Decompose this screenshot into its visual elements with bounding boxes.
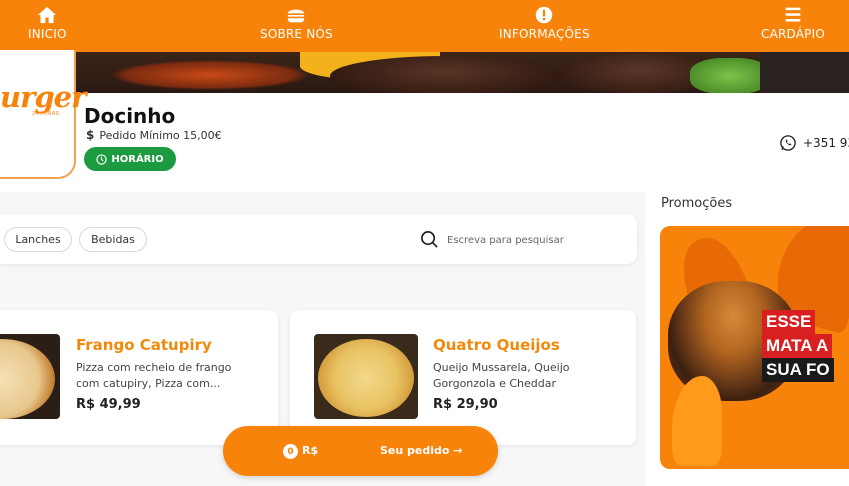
- product-card-quatro-queijos[interactable]: Quatro Queijos Queijo Mussarela, Queijo …: [290, 310, 636, 445]
- store-logo-subtitle: 24HORAS: [32, 111, 60, 117]
- store-logo: urger: [0, 80, 86, 114]
- clock-icon: [96, 153, 108, 165]
- info-icon: [536, 6, 553, 24]
- search-icon: [421, 231, 438, 248]
- promo-text-line: SUA FO: [762, 358, 834, 382]
- promo-text-line: ESSE: [762, 310, 816, 334]
- hours-button[interactable]: HORÁRIO: [84, 147, 176, 171]
- promo-text-line: MATA A: [762, 334, 833, 358]
- product-card-frango-catupiry[interactable]: Frango Catupiry Pizza com recheio de fra…: [0, 310, 278, 445]
- category-chip-bebidas[interactable]: Bebidas: [79, 227, 147, 252]
- nav-item-informacoes[interactable]: INFORMAÇÕES: [499, 6, 590, 41]
- product-title: Quatro Queijos: [433, 336, 560, 354]
- product-title: Frango Catupiry: [76, 336, 212, 354]
- banner-lettuce: [690, 58, 770, 93]
- phone-number: +351 93: [803, 136, 849, 150]
- cart-button[interactable]: 0 R$ Seu pedido →: [223, 426, 498, 476]
- home-icon: [38, 6, 57, 24]
- nav-item-cardapio[interactable]: CARDÁPIO: [761, 6, 825, 41]
- flame-shape: [672, 376, 722, 466]
- category-bar: Lanches Bebidas: [0, 214, 637, 264]
- promotions-title: Promoções: [661, 196, 733, 211]
- banner-food-blur: [110, 60, 310, 90]
- cart-label: Seu pedido →: [380, 444, 463, 457]
- product-image: [0, 334, 60, 419]
- category-chip-lanches[interactable]: Lanches: [4, 227, 72, 252]
- product-price: R$ 29,90: [433, 397, 498, 412]
- min-order: $ Pedido Mínimo 15,00€: [86, 128, 222, 142]
- product-image: [314, 334, 418, 419]
- min-order-text: Pedido Mínimo 15,00€: [99, 128, 222, 142]
- whatsapp-icon: [780, 135, 796, 151]
- top-nav: INICIO SOBRE NÓS INFORMAÇÕES CARDÁPIO: [0, 0, 849, 52]
- search-input[interactable]: [447, 230, 567, 250]
- product-description: Pizza com recheio de frango com catupiry…: [76, 361, 232, 390]
- banner-patty: [330, 56, 560, 93]
- cart-count-badge: 0: [283, 444, 298, 459]
- hero-banner: [0, 52, 849, 93]
- promotion-banner[interactable]: ESSE MATA A SUA FO: [660, 226, 849, 469]
- nav-item-sobre-nos[interactable]: SOBRE NÓS: [260, 6, 333, 41]
- menu-icon: [785, 7, 801, 22]
- store-name: Docinho: [84, 104, 176, 128]
- banner-shadow: [760, 52, 849, 93]
- nav-label: CARDÁPIO: [761, 27, 825, 41]
- dollar-icon: $: [86, 128, 95, 142]
- product-description: Queijo Mussarela, Queijo Gorgonzola e Ch…: [433, 361, 570, 390]
- cart-total: R$: [302, 444, 319, 457]
- nav-label: SOBRE NÓS: [260, 27, 333, 41]
- nav-item-inicio[interactable]: INICIO: [28, 6, 67, 41]
- burger-icon: [288, 9, 305, 23]
- nav-label: INFORMAÇÕES: [499, 27, 590, 41]
- phone-contact[interactable]: +351 93: [779, 134, 849, 152]
- nav-label: INICIO: [28, 27, 67, 41]
- product-price: R$ 49,99: [76, 397, 141, 412]
- hours-button-label: HORÁRIO: [111, 153, 164, 165]
